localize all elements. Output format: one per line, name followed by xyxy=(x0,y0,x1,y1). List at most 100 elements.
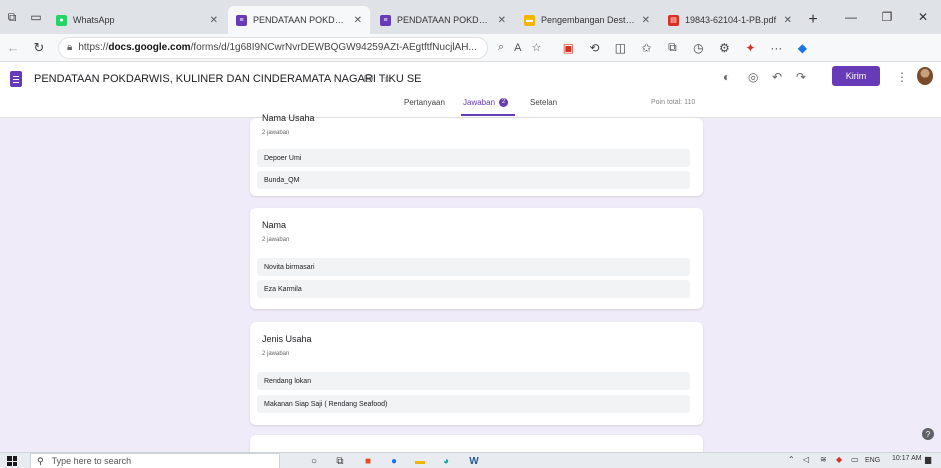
zoom-icon[interactable]: ⌕ xyxy=(498,41,504,54)
file-explorer-icon[interactable]: ▬ xyxy=(414,455,426,467)
close-window-icon[interactable]: ✕ xyxy=(905,0,941,34)
avatar[interactable] xyxy=(917,67,933,85)
response-count: 2 jawaban xyxy=(262,130,290,136)
history-icon[interactable]: ◷ xyxy=(685,35,711,61)
question-card: Nama 2 jawaban Novita birmasari Eza Karm… xyxy=(250,208,703,309)
task-view-icon[interactable]: ⧉ xyxy=(334,455,346,467)
antivirus-icon[interactable]: ◆ xyxy=(836,455,842,464)
split-screen-icon[interactable]: ◫ xyxy=(607,35,633,61)
taskbar-search-input[interactable]: ⚲ Type here to search xyxy=(30,453,280,468)
cortana-icon[interactable]: ○ xyxy=(308,455,320,467)
star-icon[interactable]: ☆ xyxy=(382,73,392,85)
forms-header: PENDATAAN POKDARWIS, KULINER DAN CINDERA… xyxy=(0,62,941,118)
url-path: /forms/d/1g68I9NCwrNvrDEWBQGW94259AZt-AE… xyxy=(190,42,477,53)
answer-item: Depoer Umi xyxy=(257,149,690,167)
tray-chevron-icon[interactable]: ⌃ xyxy=(788,455,795,464)
answer-item: Rendang lokan xyxy=(257,372,690,390)
tab-questions[interactable]: Pertanyaan xyxy=(404,98,445,107)
close-icon[interactable]: ✕ xyxy=(354,15,362,26)
palette-icon[interactable]: ◐ xyxy=(723,70,730,84)
volume-icon[interactable]: ◁ xyxy=(803,455,809,464)
question-card: Jenis Usaha 2 jawaban Rendang lokan Maka… xyxy=(250,322,703,425)
close-icon[interactable]: ✕ xyxy=(642,15,650,26)
browser-tab-slides[interactable]: ▬ Pengembangan Destina ✕ xyxy=(516,6,658,34)
form-title-icons: ⛁ ☆ xyxy=(364,72,392,85)
forms-icon: ≡ xyxy=(380,14,391,26)
slides-icon: ▬ xyxy=(524,14,535,26)
tab-responses-label: Jawaban xyxy=(463,98,496,107)
favorites-icon[interactable]: ✩ xyxy=(633,35,659,61)
windows-taskbar: ⚲ Type here to search ○ ⧉ ■ ● ▬ ◕ W ⌃ ◁ … xyxy=(0,452,941,468)
answer-item: Eza Karmila xyxy=(257,280,690,298)
workspaces-icon[interactable]: ▭ xyxy=(24,0,48,34)
redo-icon[interactable]: ↷ xyxy=(796,70,806,84)
edge-browser-icon[interactable]: ◕ xyxy=(440,455,452,467)
extension-icon[interactable]: ▣ xyxy=(555,35,581,61)
battery-icon[interactable]: ▭ xyxy=(851,455,859,464)
response-count: 2 jawaban xyxy=(262,237,290,243)
question-title: Nama Usaha xyxy=(262,113,315,123)
undo-icon[interactable]: ↶ xyxy=(772,70,782,84)
tab-actions-icon[interactable]: ⧉ xyxy=(0,0,24,34)
office-icon[interactable]: ■ xyxy=(362,455,374,467)
clock-time[interactable]: 10:17 AM xyxy=(892,455,922,463)
tab-responses[interactable]: Jawaban 2 xyxy=(463,98,509,108)
read-aloud-icon[interactable]: A xyxy=(514,42,521,54)
extensions-puzzle-icon[interactable]: ⟲ xyxy=(581,35,607,61)
answer-item: Bunda_QM xyxy=(257,171,690,189)
google-forms-logo-icon[interactable] xyxy=(10,71,22,87)
browser-tab-forms[interactable]: ≡ PENDATAAN POKDARW ✕ xyxy=(372,6,514,34)
send-button[interactable]: Kirim xyxy=(832,66,880,86)
search-icon: ⚲ xyxy=(37,455,44,466)
windows-start-icon[interactable] xyxy=(7,456,17,466)
close-icon[interactable]: ✕ xyxy=(210,15,218,26)
whatsapp-icon: ● xyxy=(56,14,67,26)
new-tab-icon[interactable]: + xyxy=(802,6,824,34)
notifications-icon[interactable]: ▆ xyxy=(925,455,931,464)
question-card xyxy=(250,435,703,452)
response-count: 2 jawaban xyxy=(262,351,290,357)
close-icon[interactable]: ✕ xyxy=(784,15,792,26)
back-icon[interactable]: ← xyxy=(0,35,26,61)
forms-icon: ≡ xyxy=(236,14,247,26)
points-total: Poin total: 110 xyxy=(651,99,696,106)
preview-eye-icon[interactable]: ◎ xyxy=(748,70,758,84)
move-to-folder-icon[interactable]: ⛁ xyxy=(364,73,373,85)
answer-item: Makanan Siap Saji ( Rendang Seafood) xyxy=(257,395,690,413)
copilot-icon[interactable]: ◆ xyxy=(789,35,815,61)
url-input[interactable]: 🔒︎ https://docs.google.com/forms/d/1g68I… xyxy=(58,36,488,59)
lock-icon: 🔒︎ xyxy=(67,42,73,53)
word-icon[interactable]: W xyxy=(468,455,480,467)
tab-title: 19843-62104-1-PB.pdf xyxy=(685,15,777,25)
favorite-star-icon[interactable]: ☆ xyxy=(532,41,542,54)
restore-icon[interactable]: ❐ xyxy=(869,0,905,34)
tab-settings[interactable]: Setelan xyxy=(530,98,557,107)
browser-tab-pdf[interactable]: ▤ 19843-62104-1-PB.pdf ✕ xyxy=(660,6,800,34)
collections-icon[interactable]: ⧉ xyxy=(659,35,685,61)
tab-title: PENDATAAN POKDARW xyxy=(397,15,492,25)
search-placeholder: Type here to search xyxy=(51,456,132,466)
question-title: Nama xyxy=(262,220,287,230)
form-tabs: Pertanyaan Jawaban 2 Setelan Poin total: … xyxy=(0,96,941,118)
active-tab-indicator xyxy=(461,114,515,116)
extensions-icon[interactable]: ⚙ xyxy=(711,35,737,61)
browser-tab-whatsapp[interactable]: ● WhatsApp ✕ xyxy=(48,6,226,34)
browser-tab-forms-active[interactable]: ≡ PENDATAAN POKDARW ✕ xyxy=(228,6,370,34)
network-icon[interactable]: ≋ xyxy=(820,455,827,464)
question-title: Jenis Usaha xyxy=(262,334,312,344)
profile-extension-icon[interactable]: ✦ xyxy=(737,35,763,61)
url-domain: docs.google.com xyxy=(108,42,191,53)
url-prefix: https:// xyxy=(78,42,109,53)
minimize-icon[interactable]: — xyxy=(833,0,869,34)
browser-tab-strip: ⧉ ▭ ● WhatsApp ✕ ≡ PENDATAAN POKDARW ✕ ≡… xyxy=(0,0,941,34)
app-icon[interactable]: ● xyxy=(388,455,400,467)
more-icon[interactable]: ··· xyxy=(763,35,789,61)
close-icon[interactable]: ✕ xyxy=(498,15,506,26)
language-indicator[interactable]: ENG xyxy=(865,457,880,464)
tab-title: WhatsApp xyxy=(73,15,115,25)
answer-item: Novita birmasari xyxy=(257,258,690,276)
refresh-icon[interactable]: ↻ xyxy=(26,35,52,61)
help-icon[interactable]: ? xyxy=(922,428,934,440)
more-vert-icon[interactable]: ⋮ xyxy=(896,70,908,84)
tab-title: PENDATAAN POKDARW xyxy=(253,15,348,25)
